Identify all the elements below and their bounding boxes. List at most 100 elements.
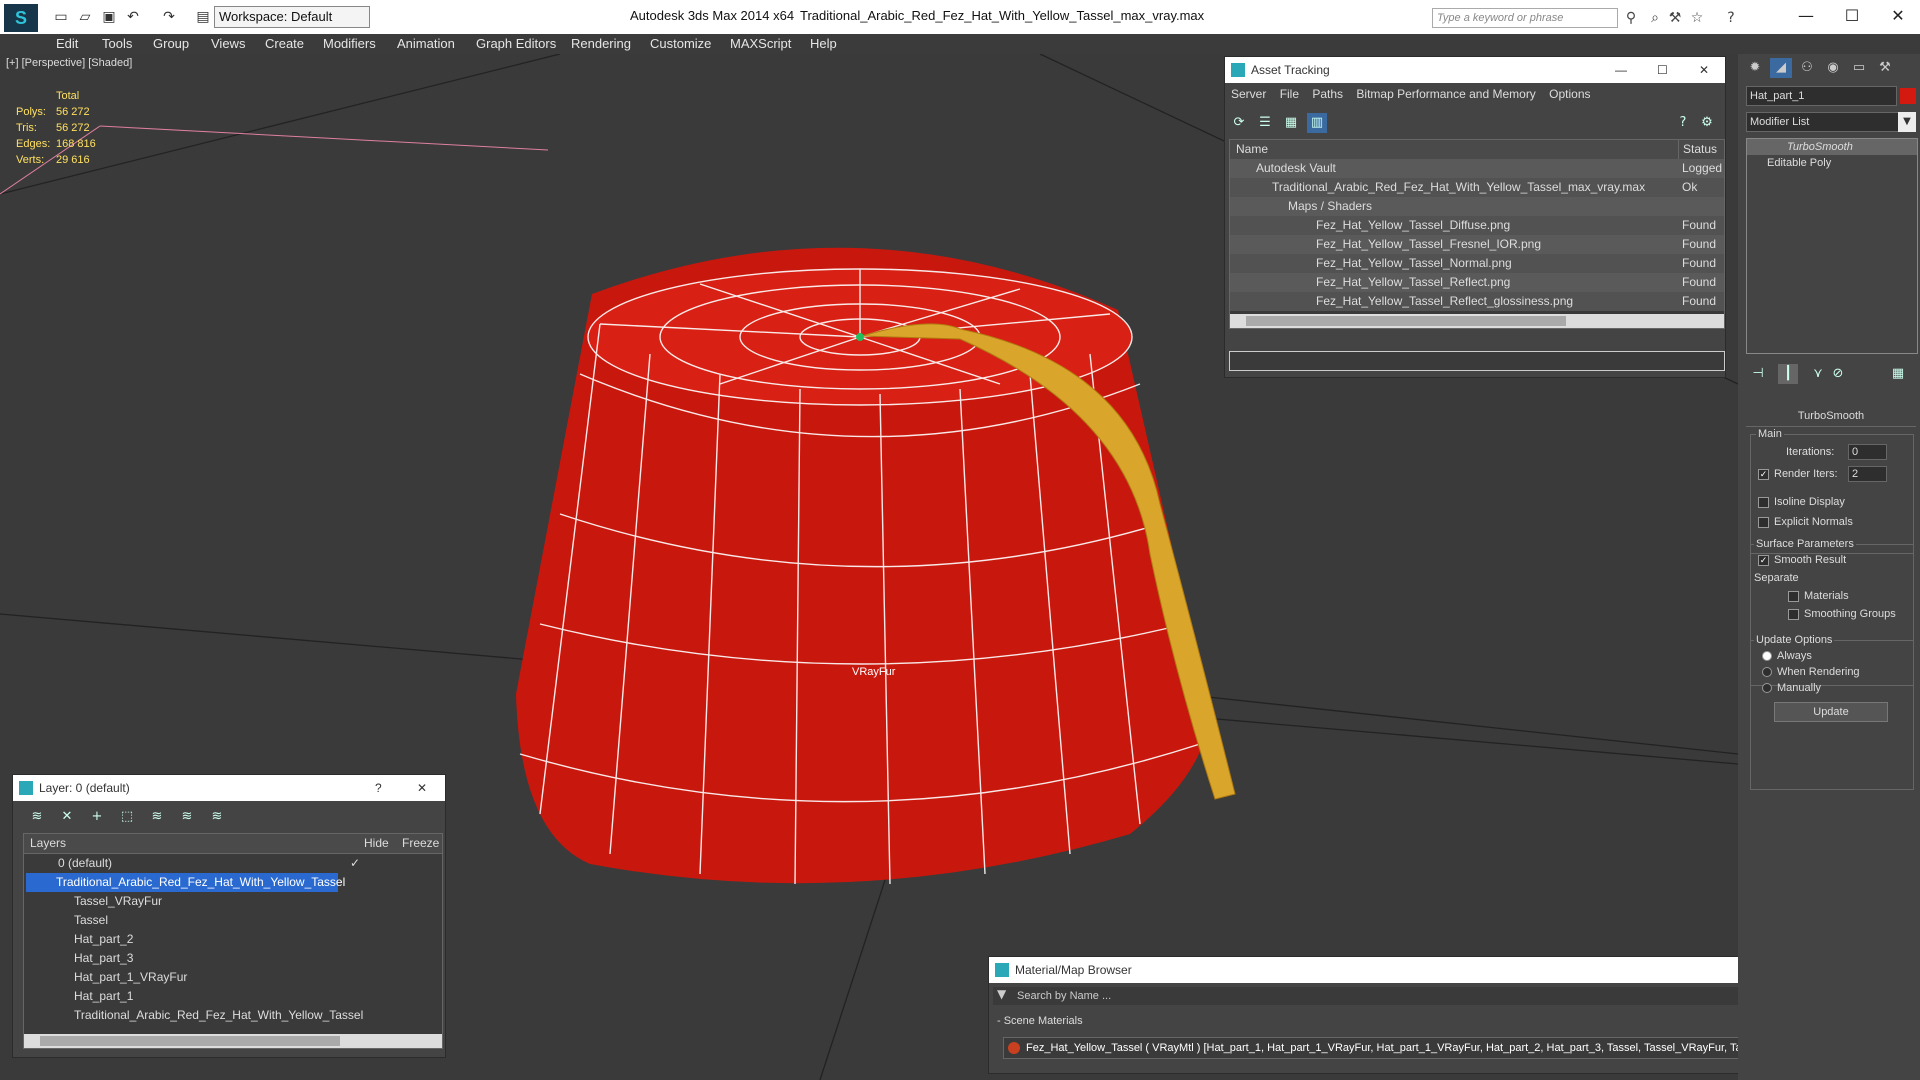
motion-tab-icon[interactable]: ◉ <box>1822 58 1844 78</box>
close-button[interactable]: ✕ <box>417 775 427 801</box>
help-icon[interactable]: ? <box>1673 113 1693 133</box>
render-iters-spinner[interactable]: 2 <box>1848 466 1887 482</box>
update-button[interactable]: Update <box>1774 702 1888 722</box>
explicit-normals-checkbox[interactable] <box>1758 516 1769 528</box>
maximize-button[interactable]: ☐ <box>1830 4 1874 28</box>
smooth-result-row[interactable]: ✓ Smooth Result <box>1758 554 1846 566</box>
layer-manager-icon[interactable]: ≋ <box>27 807 47 827</box>
menu-server[interactable]: Server <box>1231 87 1266 101</box>
isoline-display-row[interactable]: Isoline Display <box>1758 496 1845 508</box>
workspace-dropdown[interactable]: Workspace: Default <box>214 6 370 28</box>
scrollbar-thumb[interactable] <box>1246 316 1566 326</box>
utilities-tab-icon[interactable]: ⚒ <box>1874 58 1896 78</box>
layer-row[interactable]: 0 (default) ✓ <box>24 854 442 873</box>
materials-checkbox[interactable] <box>1788 590 1799 602</box>
app-logo-icon[interactable]: S <box>4 4 38 32</box>
refresh-icon[interactable]: ⟳ <box>1229 113 1249 133</box>
menu-rendering[interactable]: Rendering <box>571 34 631 54</box>
close-button[interactable]: ✕ <box>1699 57 1709 83</box>
menu-paths[interactable]: Paths <box>1312 87 1343 101</box>
new-file-icon[interactable]: ▭ <box>52 8 70 26</box>
chevron-down-icon[interactable]: ▼ <box>1898 112 1916 132</box>
smooth-result-checkbox[interactable]: ✓ <box>1758 554 1769 566</box>
binoculars-icon[interactable]: ⚲ <box>1622 9 1640 27</box>
table-row[interactable]: Fez_Hat_Yellow_Tassel_Fresnel_IOR.png Fou… <box>1230 235 1724 254</box>
render-iters-checkbox[interactable]: ✓ <box>1758 468 1769 480</box>
subscription-icon[interactable]: ⚒ <box>1666 9 1684 27</box>
table-row[interactable]: Fez_Hat_Yellow_Tassel_Normal.png Found <box>1230 254 1724 273</box>
redo-icon[interactable]: ↷ <box>160 8 178 26</box>
help-button[interactable]: ? <box>375 775 382 801</box>
create-tab-icon[interactable]: ✹ <box>1744 58 1766 78</box>
menu-edit[interactable]: Edit <box>56 34 78 54</box>
object-color-swatch[interactable] <box>1900 88 1916 104</box>
menu-animation[interactable]: Animation <box>397 34 455 54</box>
when-rendering-row[interactable]: When Rendering <box>1762 666 1860 678</box>
details-view-icon[interactable]: ▦ <box>1281 113 1301 133</box>
save-icon[interactable]: ▣ <box>100 8 118 26</box>
layer-row[interactable]: Traditional_Arabic_Red_Fez_Hat_With_Yell… <box>24 1006 442 1025</box>
add-layer-icon[interactable]: + <box>87 807 107 827</box>
always-row[interactable]: Always <box>1762 650 1812 662</box>
maximize-button[interactable]: ☐ <box>1657 57 1668 83</box>
layer-row[interactable]: Tassel <box>24 911 442 930</box>
asset-path-field[interactable] <box>1229 351 1725 371</box>
settings-icon[interactable]: ⚙ <box>1697 113 1717 133</box>
open-file-icon[interactable]: ▱ <box>76 8 94 26</box>
search-icon[interactable]: ⌕ <box>1646 9 1664 27</box>
menu-maxscript[interactable]: MAXScript <box>730 34 791 54</box>
when-rendering-radio[interactable] <box>1762 667 1772 678</box>
menu-customize[interactable]: Customize <box>650 34 711 54</box>
list-view-icon[interactable]: ☰ <box>1255 113 1275 133</box>
table-view-icon[interactable]: ▥ <box>1307 113 1327 133</box>
table-row[interactable]: Traditional_Arabic_Red_Fez_Hat_With_Yell… <box>1230 178 1724 197</box>
horizontal-scrollbar[interactable] <box>1230 314 1724 328</box>
table-row[interactable]: Maps / Shaders <box>1230 197 1724 216</box>
stack-item-editable-poly[interactable]: Editable Poly <box>1747 155 1917 171</box>
modify-tab-icon[interactable]: ◢ <box>1770 58 1792 78</box>
rollout-header[interactable]: TurboSmooth <box>1746 410 1916 427</box>
always-radio[interactable] <box>1762 651 1772 662</box>
iterations-spinner[interactable]: 0 <box>1848 444 1887 460</box>
render-iters-row[interactable]: ✓ Render Iters: <box>1758 468 1838 480</box>
delete-layer-icon[interactable]: ✕ <box>57 807 77 827</box>
smoothing-groups-checkbox[interactable] <box>1788 608 1799 620</box>
show-end-result-icon[interactable]: ┃ <box>1778 364 1798 384</box>
dropdown-arrow-icon[interactable]: ▼ <box>997 987 1006 1001</box>
menu-bitmap-performance[interactable]: Bitmap Performance and Memory <box>1356 87 1535 101</box>
layer-row[interactable]: Hat_part_1_VRayFur <box>24 968 442 987</box>
modifier-list-dropdown[interactable]: Modifier List <box>1746 112 1903 132</box>
scene-materials-header[interactable]: - Scene Materials <box>997 1015 1083 1027</box>
select-objects-icon[interactable]: ⬚ <box>117 807 137 827</box>
menu-options[interactable]: Options <box>1549 87 1590 101</box>
hide-all-icon[interactable]: ≋ <box>177 807 197 827</box>
col-layers[interactable]: Layers <box>30 834 66 853</box>
table-row[interactable]: Fez_Hat_Yellow_Tassel_Reflect_glossiness… <box>1230 292 1724 311</box>
hierarchy-tab-icon[interactable]: ⚇ <box>1796 58 1818 78</box>
keyword-search-input[interactable]: Type a keyword or phrase <box>1432 8 1618 28</box>
col-name[interactable]: Name <box>1236 140 1268 159</box>
layer-row[interactable]: Hat_part_2 <box>24 930 442 949</box>
display-tab-icon[interactable]: ▭ <box>1848 58 1870 78</box>
menu-file[interactable]: File <box>1280 87 1299 101</box>
close-button[interactable]: ✕ <box>1876 4 1920 28</box>
favorites-star-icon[interactable]: ☆ <box>1688 9 1706 27</box>
highlight-layer-icon[interactable]: ≋ <box>147 807 167 827</box>
menu-views[interactable]: Views <box>211 34 245 54</box>
stack-item-turbosmooth[interactable]: TurboSmooth <box>1747 139 1917 155</box>
col-freeze[interactable]: Freeze <box>402 834 439 853</box>
table-row[interactable]: Autodesk VaultLogged C <box>1230 159 1724 194</box>
menu-modifiers[interactable]: Modifiers <box>323 34 376 54</box>
horizontal-scrollbar[interactable] <box>24 1034 442 1048</box>
materials-row[interactable]: Materials <box>1788 590 1849 602</box>
remove-modifier-icon[interactable]: ⊘ <box>1828 364 1848 384</box>
make-unique-icon[interactable]: ⋎ <box>1808 364 1828 384</box>
viewport-label[interactable]: [+] [Perspective] [Shaded] <box>6 57 132 69</box>
menu-group[interactable]: Group <box>153 34 189 54</box>
layer-row-selected[interactable]: Traditional_Arabic_Red_Fez_Hat_With_Yell… <box>24 873 442 892</box>
menu-create[interactable]: Create <box>265 34 304 54</box>
menu-help[interactable]: Help <box>810 34 837 54</box>
manually-radio[interactable] <box>1762 683 1772 694</box>
col-status[interactable]: Status <box>1678 140 1717 159</box>
explicit-normals-row[interactable]: Explicit Normals <box>1758 516 1853 528</box>
